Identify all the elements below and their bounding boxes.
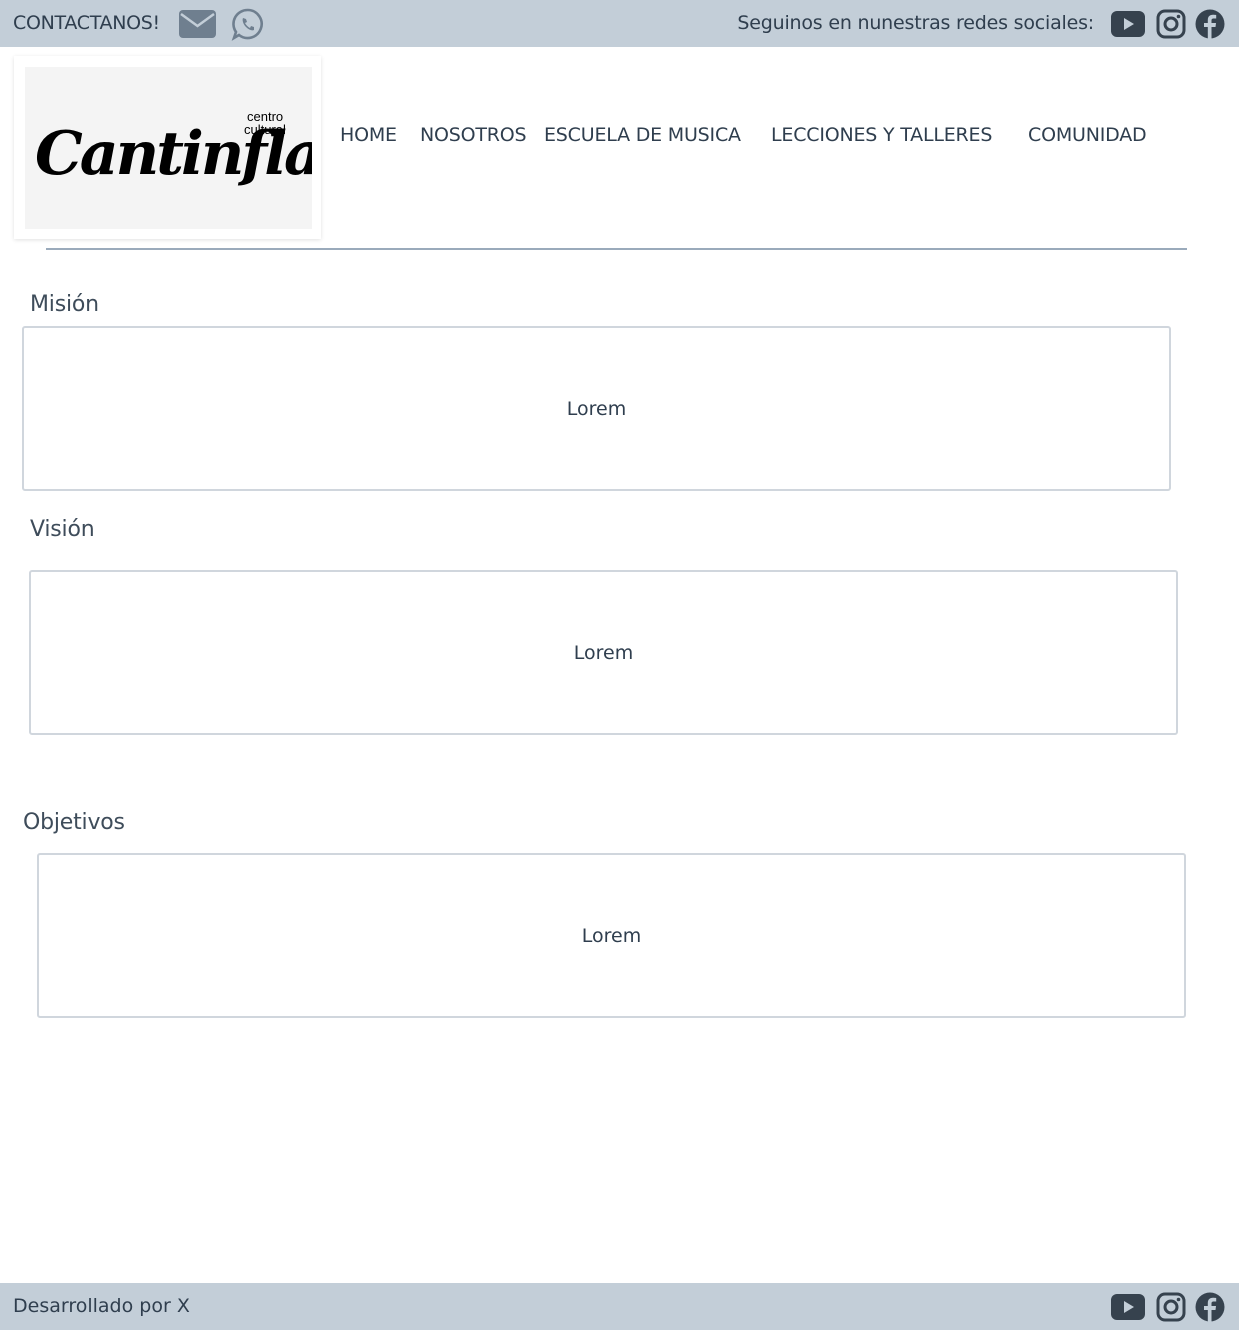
- section-box-objetivos: Lorem: [37, 853, 1186, 1018]
- nav-item-comunidad[interactable]: COMUNIDAD: [1028, 124, 1147, 146]
- instagram-icon[interactable]: [1155, 1292, 1187, 1322]
- section-title-mision: Misión: [30, 292, 99, 317]
- logo-card[interactable]: Cantinflas! centro cultural: [14, 56, 321, 239]
- youtube-icon[interactable]: [1111, 11, 1145, 37]
- logo-small-text-2: cultural: [244, 122, 286, 137]
- whatsapp-icon[interactable]: [231, 7, 265, 41]
- header-divider: [46, 248, 1187, 250]
- facebook-icon[interactable]: [1194, 9, 1226, 39]
- top-bar: CONTACTANOS! Seguinos en nunestras redes…: [0, 0, 1239, 47]
- envelope-icon[interactable]: [179, 10, 216, 38]
- nav-item-lecciones-y-talleres[interactable]: LECCIONES Y TALLERES: [771, 124, 992, 146]
- section-box-vision: Lorem: [29, 570, 1178, 735]
- facebook-icon[interactable]: [1194, 1292, 1226, 1322]
- contact-label: CONTACTANOS!: [13, 12, 160, 34]
- section-title-vision: Visión: [30, 517, 95, 542]
- youtube-icon[interactable]: [1111, 1294, 1145, 1320]
- logo: Cantinflas! centro cultural: [25, 67, 312, 229]
- nav-item-home[interactable]: HOME: [340, 124, 397, 146]
- section-body-mision: Lorem: [566, 398, 627, 420]
- section-body-vision: Lorem: [573, 642, 634, 664]
- developed-by-label: Desarrollado por X: [13, 1295, 190, 1317]
- section-box-mision: Lorem: [22, 326, 1171, 491]
- nav-item-escuela-de-musica[interactable]: ESCUELA DE MUSICA: [544, 124, 741, 146]
- footer: Desarrollado por X: [0, 1283, 1239, 1330]
- instagram-icon[interactable]: [1155, 9, 1187, 39]
- nav-item-nosotros[interactable]: NOSOTROS: [420, 124, 527, 146]
- section-body-objetivos: Lorem: [581, 925, 642, 947]
- section-title-objetivos: Objetivos: [23, 810, 125, 835]
- follow-us-label: Seguinos en nunestras redes sociales:: [737, 12, 1094, 34]
